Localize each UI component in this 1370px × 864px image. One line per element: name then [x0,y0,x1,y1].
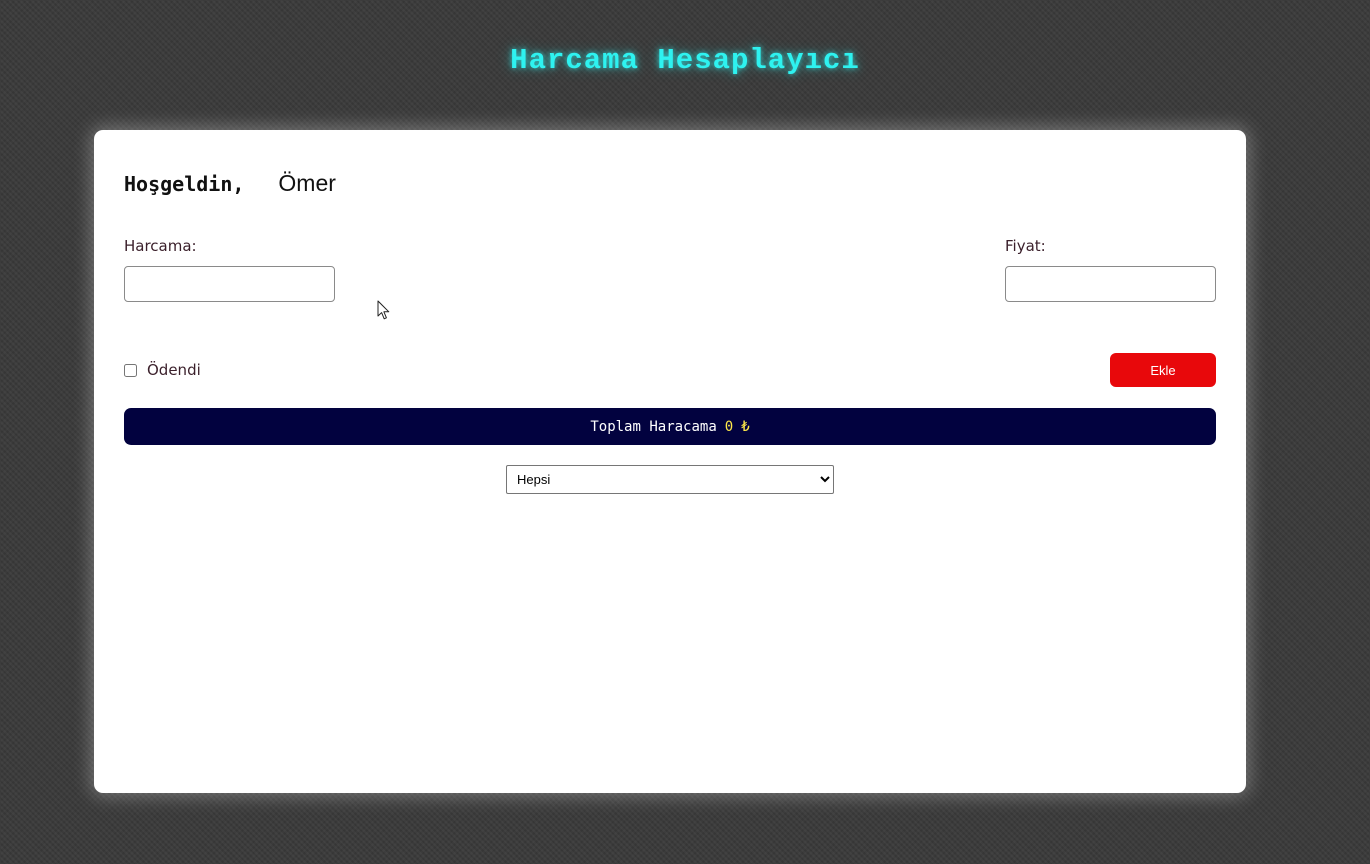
app-title: Harcama Hesaplayıcı [510,44,860,77]
welcome-row: Hoşgeldin, Ömer [124,170,336,197]
paid-checkbox[interactable] [124,363,137,377]
total-bar: Toplam Haracama 0 ₺ [124,408,1216,445]
expense-label: Harcama: [124,237,197,255]
filter-select[interactable]: Hepsi [506,465,834,494]
paid-row: Ödendi [124,361,201,379]
mouse-pointer-icon [377,300,390,320]
currency-symbol: ₺ [741,418,750,435]
expense-card: Hoşgeldin, Ömer Harcama: Fiyat: Ödendi E… [94,130,1246,793]
expense-input[interactable] [124,266,335,302]
total-amount: 0 [724,418,734,435]
user-name: Ömer [278,170,336,196]
add-button[interactable]: Ekle [1110,353,1216,387]
price-label: Fiyat: [1005,237,1046,255]
price-input[interactable] [1005,266,1216,302]
paid-label: Ödendi [147,361,201,379]
total-label: Toplam Haracama [590,418,717,435]
welcome-label: Hoşgeldin, [124,172,245,196]
